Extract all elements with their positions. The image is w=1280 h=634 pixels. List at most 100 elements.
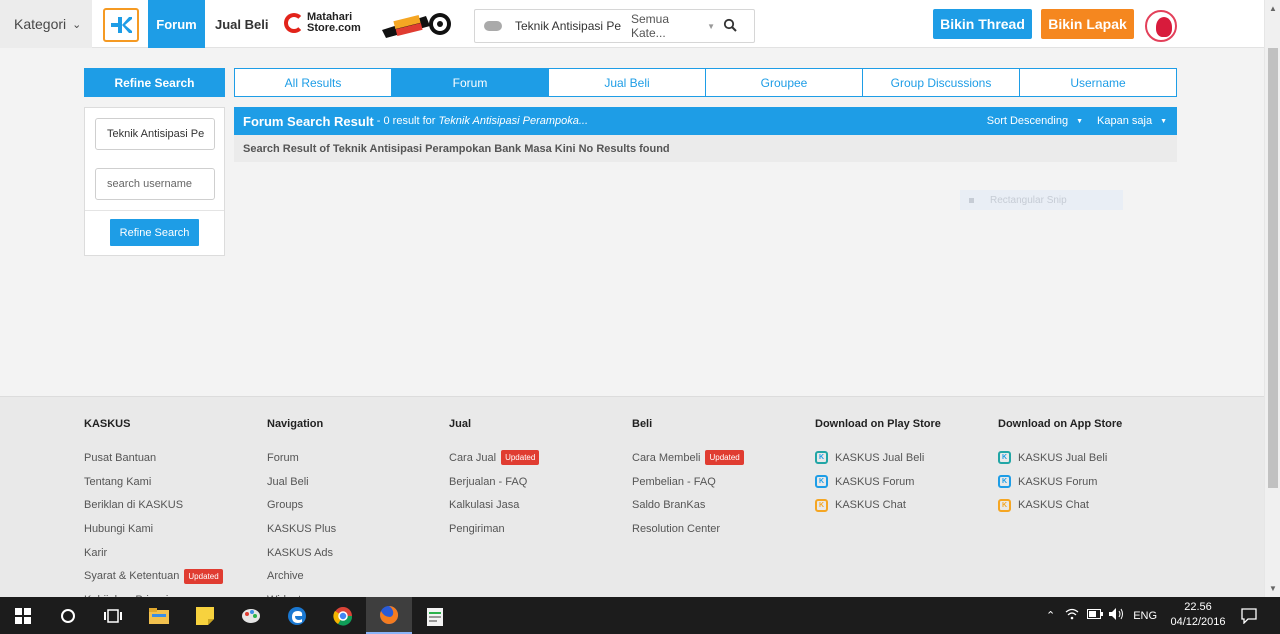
bikin-lapak-button[interactable]: Bikin Lapak bbox=[1041, 9, 1134, 39]
tab-groupee[interactable]: Groupee bbox=[706, 69, 863, 96]
footer-link-syarat-ketentuan[interactable]: Syarat & Ketentuan Updated bbox=[84, 564, 223, 588]
footer-link-label: Syarat & Ketentuan bbox=[84, 570, 180, 583]
footer-link-label: Cara Membeli bbox=[632, 451, 701, 464]
search-username-input[interactable] bbox=[95, 168, 215, 200]
search-category-select[interactable]: Semua Kate... ▼ bbox=[631, 12, 715, 40]
footer-link-play-jualbeli[interactable]: K KASKUS Jual Beli bbox=[815, 446, 941, 470]
show-hidden-icons-chevron-icon[interactable]: ⌃ bbox=[1046, 609, 1055, 622]
clock-time: 22.56 bbox=[1184, 601, 1212, 613]
global-search-box: Semua Kate... ▼ bbox=[474, 9, 755, 43]
firefox-browser-icon[interactable] bbox=[366, 597, 412, 634]
footer-link-archive[interactable]: Archive bbox=[267, 564, 336, 588]
footer-link-beriklan[interactable]: Beriklan di KASKUS bbox=[84, 493, 223, 517]
footer-link-label: KASKUS Jual Beli bbox=[835, 451, 925, 464]
edge-browser-icon[interactable] bbox=[274, 597, 320, 634]
footer-link-saldo-brankas[interactable]: Saldo BranKas bbox=[632, 493, 744, 517]
kaskus-chat-app-icon: K bbox=[998, 498, 1011, 512]
footer-link-app-jualbeli[interactable]: K KASKUS Jual Beli bbox=[998, 446, 1122, 470]
divider bbox=[85, 210, 224, 211]
avatar[interactable] bbox=[1145, 10, 1177, 42]
scroll-down-icon[interactable]: ▼ bbox=[1269, 584, 1277, 593]
footer-link-berjualan-faq[interactable]: Berjualan - FAQ bbox=[449, 470, 539, 494]
global-search-input[interactable] bbox=[515, 19, 621, 33]
language-indicator[interactable]: ENG bbox=[1133, 610, 1157, 622]
rectangular-snip-overlay: Rectangular Snip bbox=[960, 190, 1123, 210]
tab-username[interactable]: Username bbox=[1020, 69, 1176, 96]
task-view-icon[interactable] bbox=[90, 597, 136, 634]
footer-link-label: KASKUS Forum bbox=[835, 475, 915, 488]
refine-search-button[interactable]: Refine Search bbox=[110, 219, 199, 246]
refine-query-input[interactable] bbox=[95, 118, 215, 150]
footer-link-hubungi-kami[interactable]: Hubungi Kami bbox=[84, 517, 223, 541]
scrollbar-thumb[interactable] bbox=[1268, 48, 1278, 488]
page-scrollbar[interactable]: ▲ ▼ bbox=[1264, 0, 1280, 597]
footer-link-play-chat[interactable]: K KASKUS Chat bbox=[815, 493, 941, 517]
wifi-icon[interactable] bbox=[1065, 608, 1079, 623]
updated-badge: Updated bbox=[705, 450, 744, 466]
nav-forum[interactable]: Forum bbox=[148, 0, 205, 48]
sort-dropdown[interactable]: Sort Descending bbox=[987, 115, 1068, 127]
forum-search-result-header: Forum Search Result - 0 result for Tekni… bbox=[234, 107, 1177, 135]
footer-link-kalkulasi-jasa[interactable]: Kalkulasi Jasa bbox=[449, 493, 539, 517]
bikin-thread-button[interactable]: Bikin Thread bbox=[933, 9, 1032, 39]
footer-link-play-forum[interactable]: K KASKUS Forum bbox=[815, 470, 941, 494]
footer-link-resolution-center[interactable]: Resolution Center bbox=[632, 517, 744, 541]
footer-column-title: Download on App Store bbox=[998, 418, 1123, 430]
footer-link-app-chat[interactable]: K KASKUS Chat bbox=[998, 493, 1122, 517]
sundul-italia-logo[interactable] bbox=[380, 10, 452, 40]
footer-link-app-forum[interactable]: K KASKUS Forum bbox=[998, 470, 1122, 494]
file-explorer-icon[interactable] bbox=[136, 597, 182, 634]
footer-link-pusat-bantuan[interactable]: Pusat Bantuan bbox=[84, 446, 223, 470]
tab-forum[interactable]: Forum bbox=[392, 69, 549, 96]
footer-link-pengiriman[interactable]: Pengiriman bbox=[449, 517, 539, 541]
kaskus-jualbeli-app-icon: K bbox=[815, 451, 828, 465]
matahari-store-logo[interactable]: Matahari Store.com bbox=[284, 12, 361, 34]
result-count: - 0 result for bbox=[376, 115, 436, 127]
no-results-message: Search Result of Teknik Antisipasi Peram… bbox=[234, 135, 1177, 162]
scroll-up-icon[interactable]: ▲ bbox=[1269, 4, 1277, 13]
tab-all-results[interactable]: All Results bbox=[235, 69, 392, 96]
footer-link-tentang-kami[interactable]: Tentang Kami bbox=[84, 470, 223, 494]
windows-start-icon[interactable] bbox=[0, 597, 46, 634]
footer-column-navigation: Navigation Forum Jual Beli Groups KASKUS… bbox=[267, 418, 336, 612]
tab-jual-beli[interactable]: Jual Beli bbox=[549, 69, 706, 96]
footer-link-kaskus-ads[interactable]: KASKUS Ads bbox=[267, 541, 336, 565]
nav-jual-beli[interactable]: Jual Beli bbox=[215, 17, 268, 32]
footer-link-jual-beli[interactable]: Jual Beli bbox=[267, 470, 336, 494]
footer-link-cara-jual[interactable]: Cara Jual Updated bbox=[449, 446, 540, 470]
footer-link-groups[interactable]: Groups bbox=[267, 493, 336, 517]
result-query: Teknik Antisipasi Perampoka... bbox=[438, 115, 589, 127]
search-icon[interactable] bbox=[723, 18, 737, 35]
footer-link-pembelian-faq[interactable]: Pembelian - FAQ bbox=[632, 470, 744, 494]
kategori-dropdown[interactable]: Kategori ⌄ bbox=[0, 0, 92, 48]
footer-column-beli: Beli Cara Membeli Updated Pembelian - FA… bbox=[632, 418, 744, 541]
footer-link-cara-membeli[interactable]: Cara Membeli Updated bbox=[632, 446, 744, 470]
volume-icon[interactable] bbox=[1109, 608, 1125, 623]
search-category-label: Semua Kate... bbox=[631, 12, 670, 40]
clock-date: 04/12/2016 bbox=[1170, 616, 1226, 628]
footer-link-kaskus-plus[interactable]: KASKUS Plus bbox=[267, 517, 336, 541]
cortana-search-icon[interactable] bbox=[46, 597, 90, 634]
time-filter-dropdown[interactable]: Kapan saja bbox=[1097, 115, 1152, 127]
tab-group-discussions[interactable]: Group Discussions bbox=[863, 69, 1020, 96]
kaskus-k-icon bbox=[111, 17, 132, 33]
kaskus-logo[interactable] bbox=[103, 8, 139, 42]
footer-link-label: KASKUS Forum bbox=[1018, 475, 1098, 488]
sticky-notes-icon[interactable] bbox=[182, 597, 228, 634]
footer-column-title: Navigation bbox=[267, 418, 324, 430]
updated-badge: Updated bbox=[501, 450, 540, 466]
chrome-browser-icon[interactable] bbox=[320, 597, 366, 634]
battery-icon[interactable] bbox=[1087, 609, 1104, 622]
system-clock[interactable]: 22.56 04/12/2016 bbox=[1168, 600, 1228, 630]
action-center-icon[interactable] bbox=[1234, 597, 1264, 634]
footer-link-karir[interactable]: Karir bbox=[84, 541, 223, 565]
kaskus-jualbeli-app-icon: K bbox=[998, 451, 1011, 465]
cloud-icon bbox=[484, 21, 502, 31]
refine-search-title: Refine Search bbox=[84, 68, 225, 97]
footer-link-label: KASKUS Jual Beli bbox=[1018, 451, 1108, 464]
kaskus-chat-app-icon: K bbox=[815, 498, 828, 512]
paint-app-icon[interactable] bbox=[228, 597, 274, 634]
footer-link-forum[interactable]: Forum bbox=[267, 446, 336, 470]
windows-taskbar: ⌃ ENG 22.56 04/12/2016 bbox=[0, 597, 1280, 634]
notepad-app-icon[interactable] bbox=[412, 597, 458, 634]
